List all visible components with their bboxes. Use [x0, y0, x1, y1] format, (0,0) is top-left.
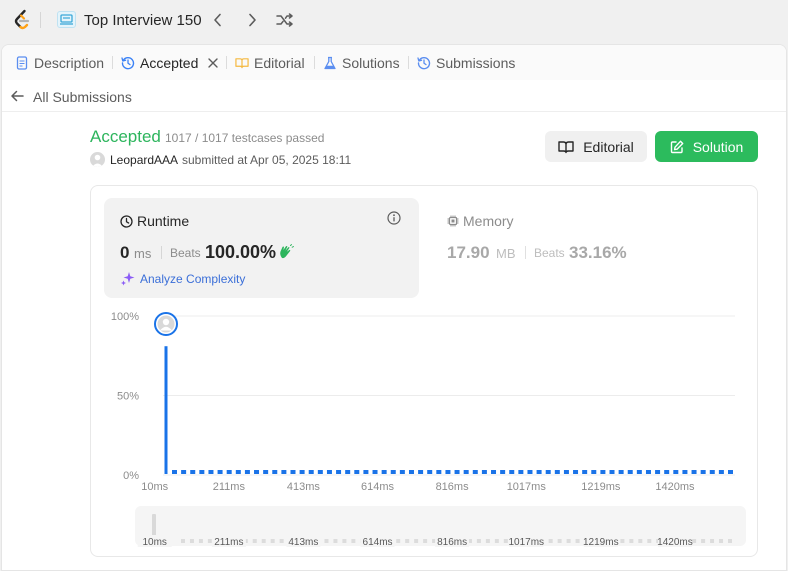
brush-bar [728, 539, 732, 543]
brush-bar [270, 539, 275, 543]
tab-submissions[interactable]: Submissions [417, 45, 515, 80]
brush-x-tick-label: 816ms [437, 537, 467, 548]
next-problem-button[interactable] [242, 10, 262, 30]
chevron-right-icon [249, 13, 256, 27]
brush-bar [503, 539, 508, 543]
testcases-passed: 1017 / 1017 testcases passed [165, 131, 325, 145]
brush-bar [405, 539, 410, 543]
tab-bar: Description Accepted Editorial Solutions… [2, 45, 786, 80]
document-icon [15, 55, 29, 70]
brush-bar [198, 539, 203, 543]
editorial-button[interactable]: Editorial [545, 131, 647, 162]
brush-bar [423, 539, 428, 543]
brush-bar [261, 539, 266, 543]
brush-bar [351, 539, 356, 543]
flask-icon [323, 56, 337, 70]
brush-bar [701, 539, 706, 543]
brush-overview-chart[interactable]: 10ms 211ms 413ms 614ms 816ms 1017ms 1219ms 1420… [91, 186, 757, 556]
brush-bar [494, 539, 499, 543]
tab-divider [226, 56, 227, 69]
random-problem-button[interactable] [275, 10, 295, 30]
shuffle-icon [276, 13, 293, 27]
brush-bar [575, 539, 580, 543]
book-icon [558, 140, 574, 154]
brush-bar [485, 539, 490, 543]
brush-bar [396, 539, 401, 543]
tab-divider [112, 56, 113, 69]
top-bar: Top Interview 150 [0, 0, 788, 40]
problem-list-title[interactable]: Top Interview 150 [84, 12, 202, 29]
all-submissions-link[interactable]: All Submissions [33, 89, 132, 105]
brush-bar [476, 539, 481, 543]
brush-x-tick-label: 1219ms [583, 537, 619, 548]
tab-editorial[interactable]: Editorial [235, 45, 305, 80]
submission-status: Accepted [90, 127, 161, 146]
tab-divider [408, 56, 409, 69]
leetcode-logo-icon[interactable] [11, 9, 33, 31]
chevron-left-icon [214, 13, 221, 27]
prev-problem-button[interactable] [208, 10, 228, 30]
brush-bar [414, 539, 419, 543]
avatar[interactable] [90, 152, 105, 167]
brush-x-tick-label: 10ms [142, 537, 166, 548]
tab-solutions[interactable]: Solutions [323, 45, 400, 80]
brush-bar [719, 539, 724, 543]
submission-subbar: All Submissions [2, 80, 786, 112]
tab-description[interactable]: Description [15, 45, 104, 80]
brush-bar [189, 539, 194, 543]
brush-bar [548, 539, 553, 543]
brush-bar [620, 539, 625, 543]
brush-x-tick-label: 614ms [363, 537, 393, 548]
brush-x-tick-label: 413ms [288, 537, 318, 548]
edit-icon [670, 140, 684, 154]
tab-accepted[interactable]: Accepted [121, 45, 219, 80]
back-arrow-icon[interactable] [10, 89, 24, 103]
brush-x-tick-label: 1420ms [657, 537, 693, 548]
brush-bar [324, 539, 329, 543]
tab-divider [314, 56, 315, 69]
brush-bar [710, 539, 715, 543]
history-icon [417, 56, 431, 70]
brush-bar [252, 539, 257, 543]
username-link[interactable]: LeopardAAA [110, 153, 178, 167]
brush-bar [638, 539, 643, 543]
close-tab-icon[interactable] [208, 57, 219, 68]
brush-bar [566, 539, 571, 543]
brush-bar [181, 539, 185, 543]
history-icon [121, 56, 135, 70]
brush-bar [207, 539, 212, 543]
divider [40, 12, 41, 28]
submitted-at: submitted at Apr 05, 2025 18:11 [182, 153, 352, 167]
brush-bar [333, 539, 338, 543]
solution-button[interactable]: Solution [655, 131, 758, 162]
submission-panel: Description Accepted Editorial Solutions… [1, 44, 787, 571]
book-icon [235, 56, 249, 70]
brush-bar [342, 539, 347, 543]
brush-x-tick-label: 211ms [214, 537, 243, 548]
brush-bar [557, 539, 562, 543]
brush-bar [629, 539, 634, 543]
performance-card: Runtime 0 ms Beats 100.00% Analyze Compl… [90, 185, 758, 557]
brush-bar [279, 539, 284, 543]
study-plan-icon [57, 11, 76, 28]
brush-x-tick-label: 1017ms [508, 537, 544, 548]
brush-bar [647, 539, 652, 543]
